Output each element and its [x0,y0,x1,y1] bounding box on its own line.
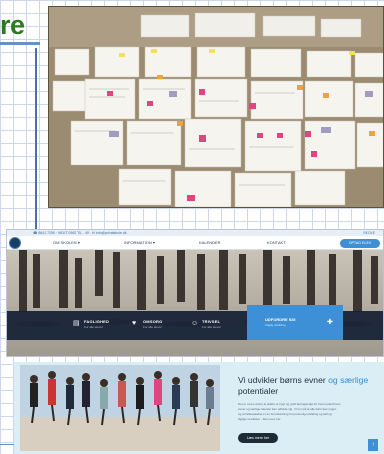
feature-title: OMSORG [143,319,163,324]
section-title-line2: potentialer [238,386,279,396]
section-body-line: og at fællesskabet er en forudsætning fo… [238,412,333,416]
nav-item-kontakt[interactable]: KONTAKT [267,236,286,250]
nav-item-information[interactable]: INFORMATION ▾ [124,236,155,250]
heading-fragment: re [0,10,25,40]
book-icon: ▤ [73,320,80,327]
feature-faglighed[interactable]: ▤ FAGLIGHED For alle elever [73,311,128,340]
side-rule [35,48,37,238]
school-logo[interactable] [9,237,21,249]
paper-photo [48,6,384,208]
feature-title: TRIVSEL [202,319,221,324]
website-screenshot: ☎ 8641 7255 · NEUT 0962 TIL ∙ 49 · ✉ inf… [6,229,384,357]
feature-subtitle: Faglig udvikling [265,323,286,327]
feature-omsorg[interactable]: ♥ OMSORG For alle elever [132,311,187,340]
read-more-button[interactable]: Læs mere her [238,433,278,443]
smile-icon: ☺ [191,320,199,327]
section-title-accent: og særlige [325,375,369,385]
feature-title: UDFORDRE SIG [265,317,296,322]
feature-udfordre-sig[interactable]: UDFORDRE SIG Faglig udvikling ✚ [247,305,343,340]
feature-trivsel[interactable]: ☺ TRIVSEL For alle elever [191,311,246,340]
scroll-to-top-button[interactable]: ↑ [368,439,378,451]
beach-kids-illustration [7,250,383,356]
section-body-line: faglige resultater - læs mere her. [238,417,282,421]
plus-icon: ✚ [327,319,333,326]
paper-sheets-illustration [49,7,383,207]
feature-subtitle: For alle elever [143,325,163,329]
section-body-line: evner og særlige talenter kan udfolde si… [238,407,337,411]
heart-icon: ♥ [132,320,137,327]
group-photo [20,365,220,451]
nav-item-kalender[interactable]: KALENDER [199,236,221,250]
feature-subtitle: For alle elever [84,325,104,329]
section-body-line: Det er vores vision at skabe et trygt og… [238,402,341,406]
feature-subtitle: For alle elever [202,325,222,329]
feature-title: FAGLIGHED [84,319,110,324]
apply-button[interactable]: OPTAG ELEV [340,239,380,248]
hero-image [7,250,383,356]
nav-item-om-skolen[interactable]: OM SKOLEN ▾ [53,236,80,250]
section-title: Vi udvikler børns evner og særlige [238,375,368,385]
about-section: Vi udvikler børns evner og særlige poten… [14,362,384,454]
lower-rule [0,444,14,445]
section-title-part1: Vi udvikler børns evner [238,375,326,385]
students-group-illustration [20,365,220,451]
heading-underline [0,42,40,45]
